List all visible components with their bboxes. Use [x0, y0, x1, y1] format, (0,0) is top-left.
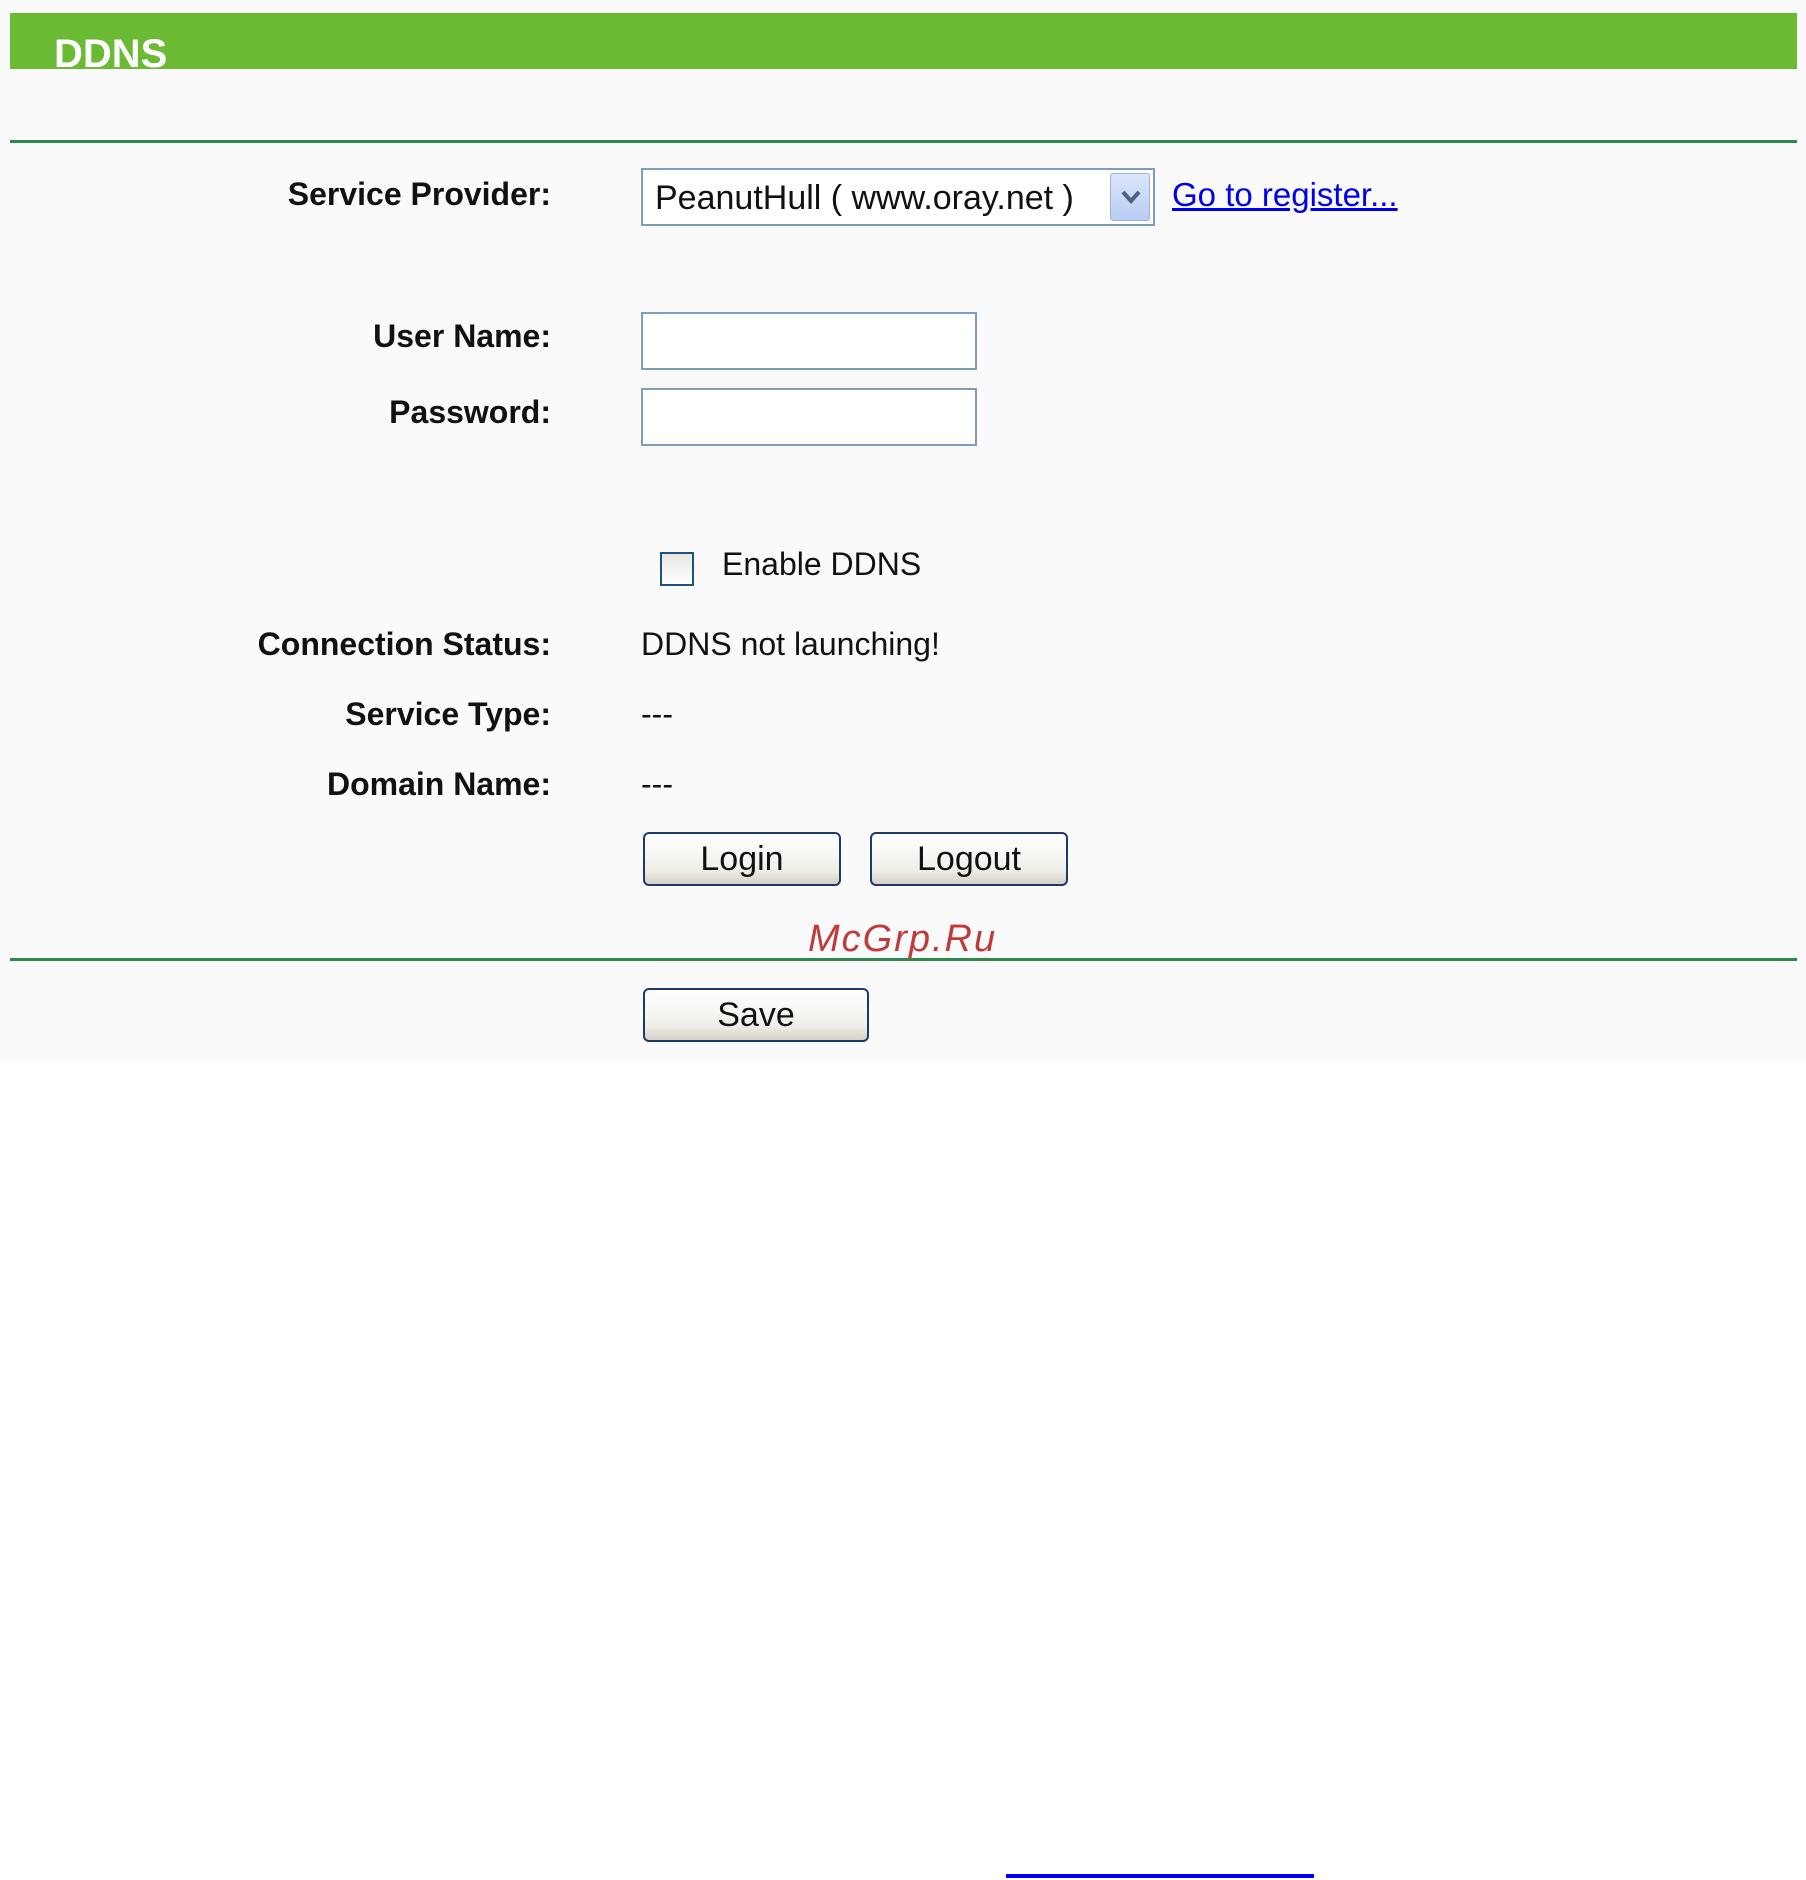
domain-name-value: ---	[641, 766, 673, 802]
watermark: McGrp.Ru	[808, 918, 998, 960]
top-divider	[10, 140, 1797, 143]
settings-panel: DDNS Service Provider: PeanutHull ( www.…	[0, 0, 1806, 1062]
enable-ddns-checkbox[interactable]	[660, 552, 694, 586]
connection-status-value: DDNS not launching!	[641, 626, 940, 662]
service-type-label: Service Type:	[345, 696, 551, 732]
ddns-page: DDNS Service Provider: PeanutHull ( www.…	[0, 0, 1806, 1880]
bottom-divider	[10, 958, 1797, 961]
password-label: Password:	[389, 394, 551, 430]
enable-ddns-label: Enable DDNS	[722, 546, 922, 582]
user-name-label: User Name:	[373, 318, 551, 354]
logout-button[interactable]: Logout	[870, 832, 1068, 886]
header-bar: DDNS	[10, 13, 1797, 76]
save-button[interactable]: Save	[643, 988, 869, 1042]
service-provider-selected: PeanutHull ( www.oray.net )	[655, 179, 1074, 217]
page-title: DDNS	[54, 32, 168, 76]
domain-name-label: Domain Name:	[326, 766, 551, 802]
go-to-register-link[interactable]: Go to register...	[1172, 176, 1398, 214]
footer-link-underline	[1006, 1874, 1314, 1878]
password-input[interactable]	[641, 388, 977, 446]
service-provider-label: Service Provider:	[287, 176, 551, 212]
connection-status-label: Connection Status:	[257, 626, 551, 662]
service-provider-select[interactable]: PeanutHull ( www.oray.net )	[641, 168, 1155, 226]
service-type-value: ---	[641, 696, 673, 732]
login-button[interactable]: Login	[643, 832, 841, 886]
dropdown-arrow-icon[interactable]	[1110, 173, 1150, 221]
user-name-input[interactable]	[641, 312, 977, 370]
